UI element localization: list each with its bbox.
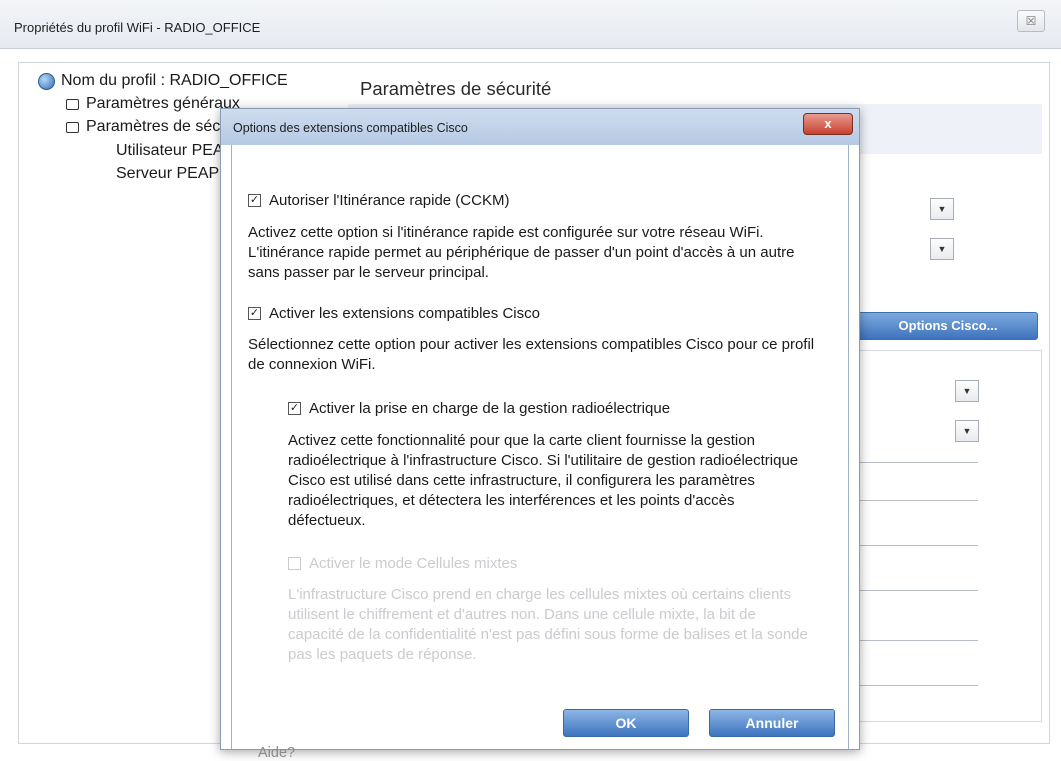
checkbox[interactable]: ✓ <box>248 307 261 320</box>
checkbox[interactable]: ✓ <box>248 194 261 207</box>
window-title: Propriétés du profil WiFi - RADIO_OFFICE <box>14 20 261 35</box>
field-line <box>860 685 978 686</box>
dropdown-arrow[interactable]: ▼ <box>955 380 979 402</box>
dropdown-arrow[interactable]: ▼ <box>930 238 954 260</box>
option-fast-roaming[interactable]: ✓ Autoriser l'Itinérance rapide (CCKM) <box>248 192 509 209</box>
close-icon: x <box>824 116 832 131</box>
cancel-button[interactable]: Annuler <box>709 709 835 737</box>
help-link[interactable]: Aide? <box>258 745 295 761</box>
option-label: Autoriser l'Itinérance rapide (CCKM) <box>269 192 510 209</box>
tree-root-label: Nom du profil : RADIO_OFFICE <box>61 72 288 89</box>
options-cisco-button[interactable]: Options Cisco... <box>858 312 1038 340</box>
section-title: Paramètres de sécurité <box>360 78 552 99</box>
tree-item-label: Paramètres généraux <box>86 95 240 112</box>
tree-subitem-label: Serveur PEAP <box>116 165 220 182</box>
dropdown-arrow[interactable]: ▼ <box>930 198 954 220</box>
dialog-titlebar: Options des extensions compatibles Cisco… <box>221 109 859 145</box>
field-line <box>860 545 978 546</box>
security-settings-icon <box>64 120 80 134</box>
general-settings-icon <box>64 97 80 111</box>
right-panel <box>858 350 1042 722</box>
window-close-button[interactable]: ☒ <box>1017 10 1045 32</box>
option-mixed-cells: Activer le mode Cellules mixtes <box>288 555 517 572</box>
option-cisco-extensions[interactable]: ✓ Activer les extensions compatibles Cis… <box>248 305 540 322</box>
dialog-content: ✓ Autoriser l'Itinérance rapide (CCKM) A… <box>231 145 849 761</box>
tree-subitem-user[interactable]: Utilisateur PEAP <box>116 142 234 160</box>
cisco-options-dialog: Options des extensions compatibles Cisco… <box>220 108 860 761</box>
option-label: Activer la prise en charge de la gestion… <box>309 400 671 417</box>
checkbox <box>288 557 301 570</box>
ok-button[interactable]: OK <box>563 709 689 737</box>
tree-root[interactable]: Nom du profil : RADIO_OFFICE <box>38 72 288 90</box>
option-label: Activer le mode Cellules mixtes <box>309 555 518 572</box>
tree-subitem-server[interactable]: Serveur PEAP <box>116 165 219 183</box>
field-line <box>860 500 978 501</box>
window-titlebar: Propriétés du profil WiFi - RADIO_OFFICE… <box>0 0 1061 49</box>
dialog-close-button[interactable]: x <box>803 113 853 135</box>
globe-icon <box>38 72 55 90</box>
tree-subitem-label: Utilisateur PEAP <box>116 142 235 159</box>
option-radio-management[interactable]: ✓ Activer la prise en charge de la gesti… <box>288 400 670 417</box>
dialog-title: Options des extensions compatibles Cisco <box>233 121 468 135</box>
option-label: Activer les extensions compatibles Cisco <box>269 305 540 322</box>
dropdown-arrow[interactable]: ▼ <box>955 420 979 442</box>
option-description: L'infrastructure Cisco prend en charge l… <box>288 586 808 663</box>
close-icon: ☒ <box>1025 14 1037 28</box>
tree-item-general[interactable]: Paramètres généraux <box>64 95 240 113</box>
field-line <box>860 640 978 641</box>
field-line <box>860 590 978 591</box>
field-line <box>860 462 978 463</box>
checkbox[interactable]: ✓ <box>288 402 301 415</box>
option-description: Activez cette fonctionnalité pour que la… <box>288 432 799 529</box>
option-description: Sélectionnez cette option pour activer l… <box>248 336 815 373</box>
option-description: Activez cette option si l'itinérance rap… <box>248 224 795 281</box>
